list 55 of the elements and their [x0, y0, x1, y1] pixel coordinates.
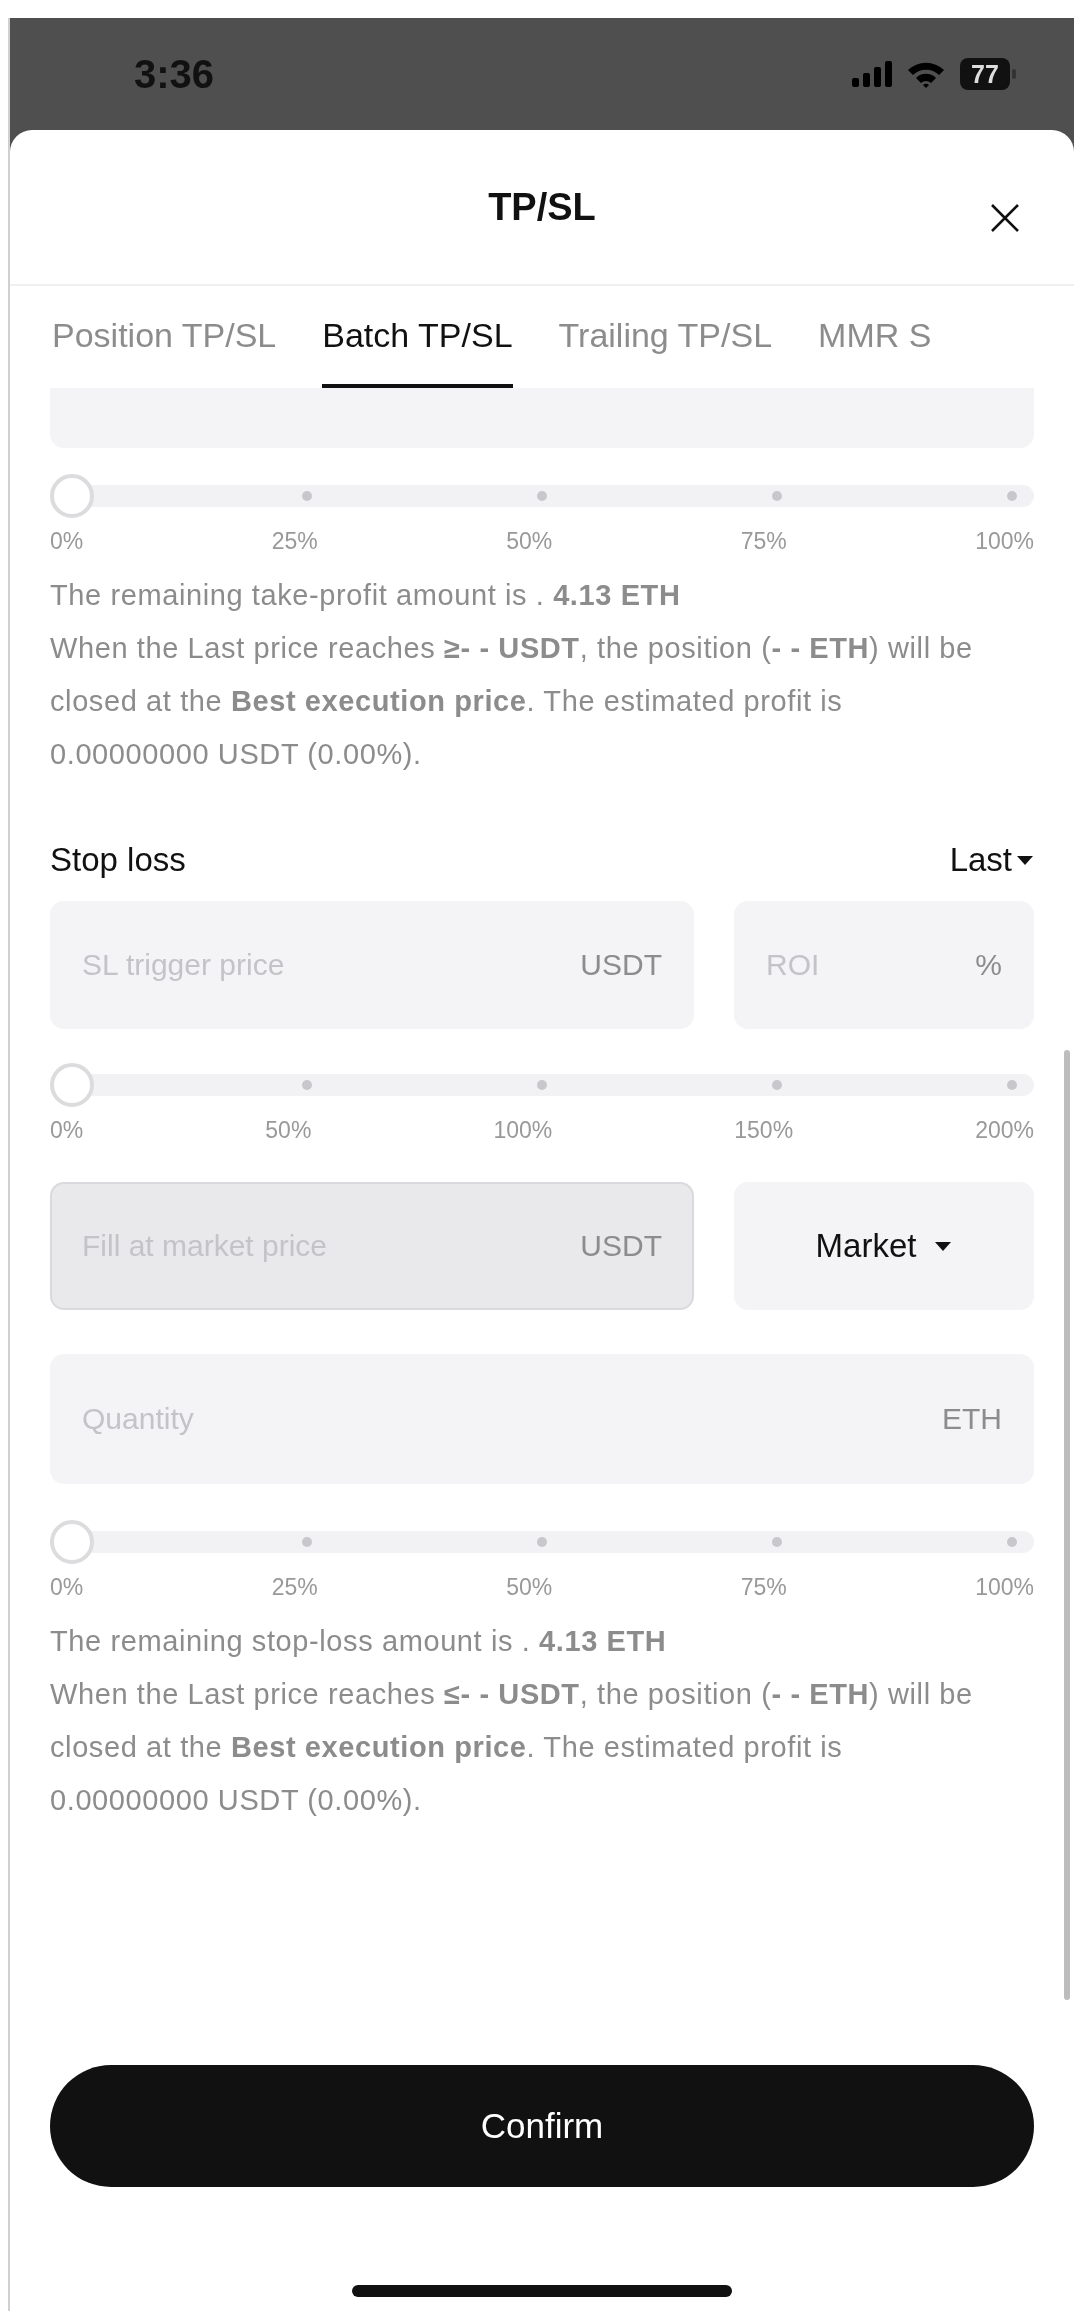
slider-thumb[interactable]	[50, 474, 94, 518]
tick-label: 75%	[740, 1574, 787, 1601]
tick-label: 0%	[50, 528, 84, 555]
tick-dot	[302, 1080, 312, 1090]
tick-dot	[772, 491, 782, 501]
tick-label: 100%	[975, 1574, 1034, 1601]
battery-indicator: 77	[960, 58, 1016, 90]
scrollbar[interactable]	[1064, 1050, 1070, 2000]
order-type-dropdown[interactable]: Market	[734, 1182, 1034, 1310]
tick-label: 50%	[506, 528, 553, 555]
summary-text: When the Last price reaches ≤- - USDT, the position (- - ETH) will be closed at the Best execution price. The estimated profit is 0.00000000 USDT (0.00%).	[50, 1677, 974, 1818]
tick-label: 50%	[506, 1574, 553, 1601]
tick-label: 100%	[493, 1117, 553, 1144]
unit-label: %	[975, 948, 1002, 982]
tick-label: 25%	[271, 1574, 318, 1601]
slider-thumb[interactable]	[50, 1063, 94, 1107]
tick-dot	[537, 1080, 547, 1090]
tick-dot	[302, 491, 312, 501]
signal-icon	[852, 61, 892, 87]
tick-dot	[772, 1537, 782, 1547]
slider[interactable]	[50, 1520, 1034, 1564]
unit-label: USDT	[580, 948, 662, 982]
close-icon[interactable]	[990, 203, 1020, 233]
caret-icon	[1016, 854, 1034, 866]
unit-label: ETH	[942, 1402, 1002, 1436]
tick-label: 25%	[271, 528, 318, 555]
tick-dot	[1007, 491, 1017, 501]
tick-dot	[537, 1537, 547, 1547]
summary-text: When the Last price reaches ≥- - USDT, the position (- - ETH) will be closed at the Best execution price. The estimated profit is 0.00000000 USDT (0.00%).	[50, 631, 974, 772]
sheet-title: TP/SL	[488, 185, 596, 229]
tick-label: 0%	[50, 1117, 84, 1144]
slider-thumb[interactable]	[50, 1520, 94, 1564]
tick-label: 200%	[975, 1117, 1034, 1144]
tick-label: 150%	[734, 1117, 794, 1144]
tick-dot	[1007, 1080, 1017, 1090]
remaining-amount-text: The remaining take-profit amount is . 4.13 ETH	[50, 578, 682, 613]
tick-label: 50%	[265, 1117, 312, 1144]
section-title: Stop loss	[50, 841, 186, 879]
tick-dot	[1007, 1537, 1017, 1547]
wifi-icon	[906, 60, 946, 88]
tick-label: 0%	[50, 1574, 84, 1601]
status-time: 3:36	[134, 51, 215, 97]
tick-dot	[772, 1080, 782, 1090]
trigger-type-dropdown[interactable]: Last	[949, 841, 1034, 879]
caret-icon	[934, 1240, 953, 1252]
input-field[interactable]	[50, 388, 1034, 448]
slider[interactable]	[50, 1063, 1034, 1107]
slider[interactable]	[50, 474, 1034, 518]
confirm-button[interactable]: Confirm	[50, 2065, 1034, 2187]
tick-label: 100%	[975, 528, 1034, 555]
remaining-amount-text: The remaining stop-loss amount is . 4.13 ETH	[50, 1624, 668, 1659]
tick-dot	[302, 1537, 312, 1547]
tick-dot	[537, 491, 547, 501]
tick-label: 75%	[740, 528, 787, 555]
unit-label: USDT	[580, 1229, 662, 1263]
